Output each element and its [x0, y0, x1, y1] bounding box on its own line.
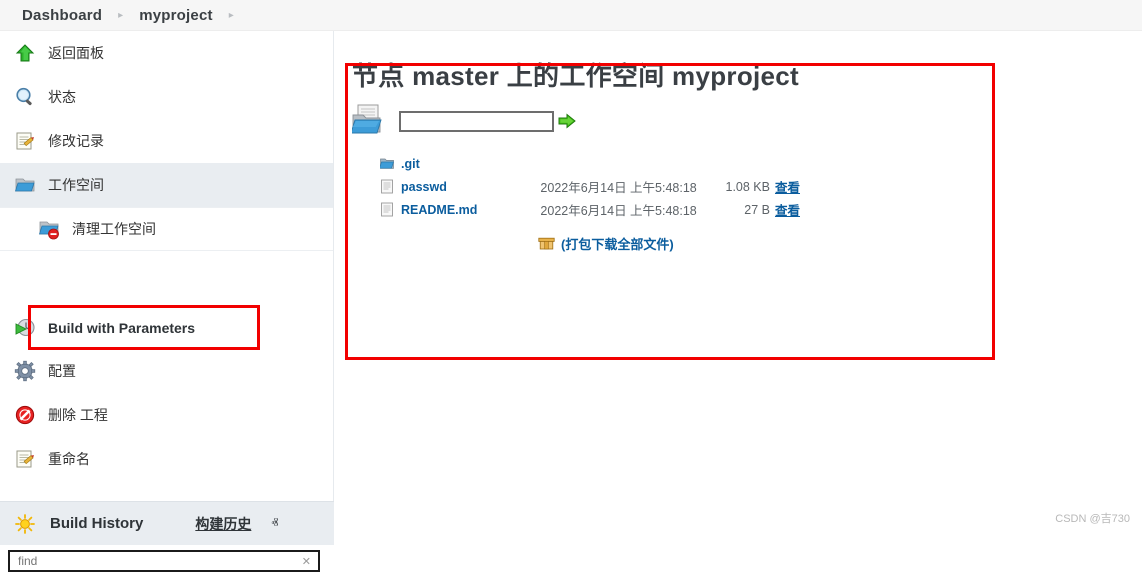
sidebar-item-back-to-dashboard[interactable]: 返回面板: [0, 31, 333, 75]
sidebar-item-status[interactable]: 状态: [0, 75, 333, 119]
folder-delete-icon: [38, 218, 60, 240]
sidebar-item-configure[interactable]: 配置: [0, 349, 334, 393]
build-history-search-input[interactable]: [16, 553, 290, 569]
build-history-search[interactable]: ✕: [8, 550, 320, 572]
folder-icon: [379, 156, 394, 171]
workspace-folder-icon: [350, 104, 396, 138]
sidebar-item-label: 修改记录: [48, 133, 104, 149]
file-icon: [380, 179, 394, 194]
sidebar-item-changes[interactable]: 修改记录: [0, 119, 333, 163]
table-row[interactable]: .git: [379, 152, 800, 175]
green-arrow-icon[interactable]: [558, 112, 576, 130]
clock-play-icon: [14, 317, 36, 339]
sidebar-item-rename[interactable]: 重命名: [0, 437, 334, 481]
chevron-up-icon[interactable]: ⱏ: [271, 515, 278, 532]
sidebar-item-label: 配置: [48, 363, 76, 379]
up-arrow-icon: [14, 42, 36, 64]
table-row[interactable]: README.md 2022年6月14日 上午5:48:18 27 B 查看: [380, 198, 800, 221]
sun-icon: [14, 513, 36, 535]
gear-icon: [14, 360, 36, 382]
path-entry-row: [350, 104, 576, 138]
file-name[interactable]: passwd: [401, 180, 540, 194]
breadcrumb-dashboard[interactable]: Dashboard: [22, 7, 102, 24]
table-row[interactable]: passwd 2022年6月14日 上午5:48:18 1.08 KB 查看: [380, 175, 800, 198]
file-icon: [380, 202, 394, 217]
notepad-pencil-icon: [14, 448, 36, 470]
breadcrumb: Dashboard ▸ myproject ▸: [0, 0, 1142, 31]
file-name[interactable]: README.md: [401, 203, 540, 217]
watermark: CSDN @吉730: [1055, 513, 1130, 525]
sidebar-item-label: 重命名: [48, 451, 90, 467]
file-size: 27 B: [744, 202, 770, 217]
breadcrumb-separator-icon-2: ▸: [228, 10, 234, 21]
file-name[interactable]: .git: [401, 157, 550, 171]
download-all-link[interactable]: (打包下载全部文件): [538, 234, 674, 253]
no-entry-icon: [14, 404, 36, 426]
sidebar-item-label: 工作空间: [48, 177, 104, 193]
folder-icon: [14, 174, 36, 196]
build-history-link[interactable]: 构建历史: [195, 514, 251, 534]
sidebar-item-label: Build with Parameters: [48, 320, 196, 336]
file-list: .git passwd 2022年6月14日 上午5:48:18 1.08 KB…: [379, 152, 800, 221]
archive-box-icon: [538, 236, 555, 251]
file-size: 1.08 KB: [725, 179, 770, 194]
sidebar: 返回面板 状态 修改记录 工作空间 清理工作空间 Build with Para…: [0, 31, 334, 572]
clear-icon[interactable]: ✕: [302, 555, 311, 568]
magnifier-icon: [14, 86, 36, 108]
download-all-label: (打包下载全部文件): [561, 237, 674, 252]
sidebar-subitem-label: 清理工作空间: [72, 221, 156, 237]
sidebar-item-label: 状态: [48, 89, 76, 105]
workspace-path-input[interactable]: [399, 110, 554, 132]
sidebar-item-label: 删除 工程: [48, 407, 108, 423]
breadcrumb-separator-icon: ▸: [118, 10, 124, 21]
notepad-pencil-icon: [14, 130, 36, 152]
file-date: 2022年6月14日 上午5:48:18: [540, 204, 697, 218]
file-view-link[interactable]: 查看: [775, 177, 800, 196]
sidebar-item-label: 返回面板: [48, 45, 104, 61]
page-title: 节点 master 上的工作空间 myproject: [352, 61, 800, 91]
sidebar-item-build-with-parameters[interactable]: Build with Parameters: [0, 307, 334, 349]
sidebar-subitem-wipe-workspace[interactable]: 清理工作空间: [0, 207, 333, 251]
sidebar-item-workspace[interactable]: 工作空间: [0, 163, 333, 207]
file-view-link[interactable]: 查看: [775, 200, 800, 219]
sidebar-item-delete-project[interactable]: 删除 工程: [0, 393, 334, 437]
breadcrumb-myproject[interactable]: myproject: [139, 7, 213, 24]
build-history-header[interactable]: Build History 构建历史 ⱏ: [0, 501, 334, 545]
file-date: 2022年6月14日 上午5:48:18: [540, 181, 697, 195]
build-history-title: Build History: [50, 515, 144, 532]
